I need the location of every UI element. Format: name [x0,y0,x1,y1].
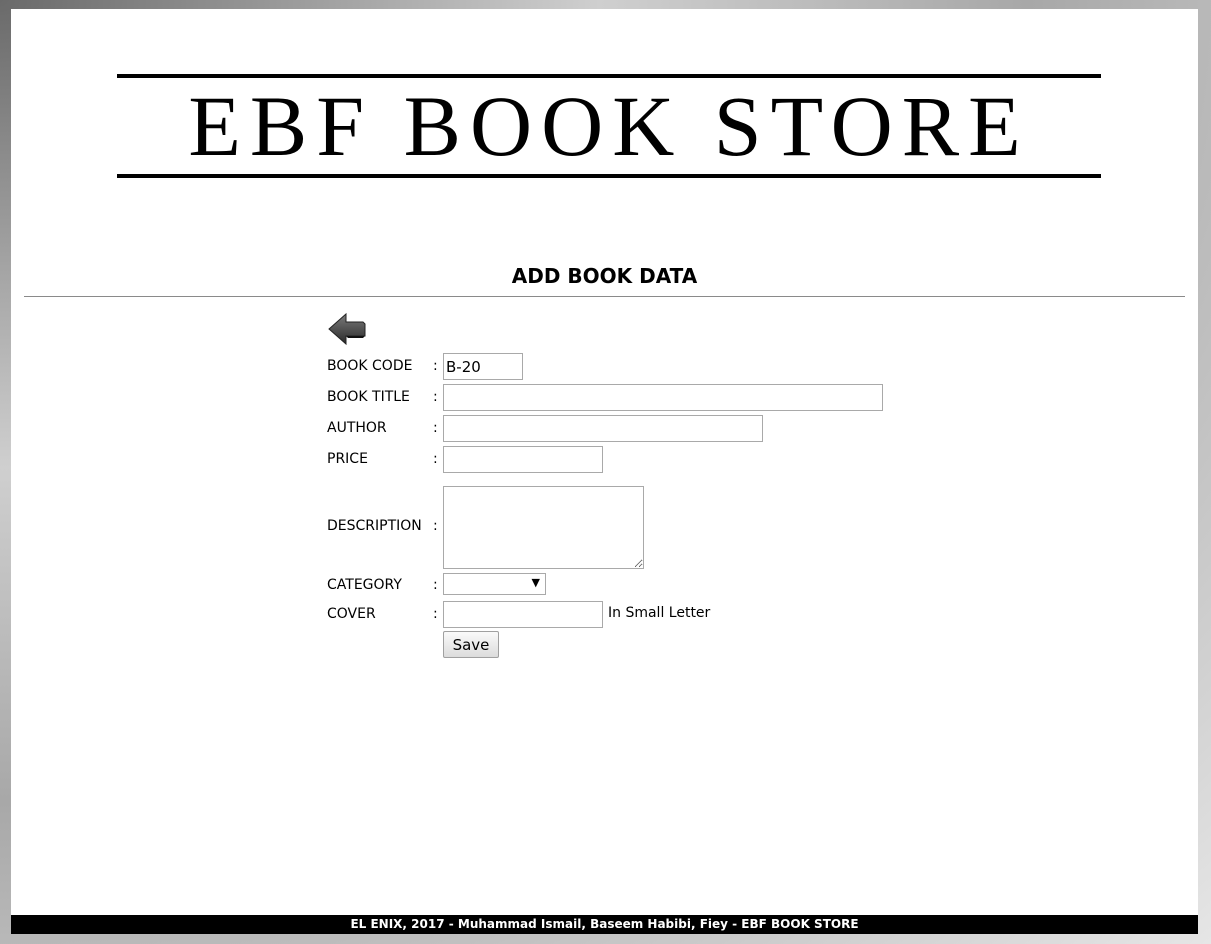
book-code-label: BOOK CODE [327,358,413,374]
book-title-colon: : [433,389,438,405]
book-code-input[interactable] [443,353,523,380]
cover-hint: In Small Letter [608,605,711,621]
category-label: CATEGORY [327,577,402,593]
store-logo: EBF BOOK STORE [117,74,1101,178]
author-colon: : [433,420,438,436]
description-textarea[interactable] [443,486,644,569]
cover-label: COVER [327,606,376,622]
dropdown-arrow-icon: ▼ [531,576,540,589]
description-label: DESCRIPTION [327,518,422,534]
author-label: AUTHOR [327,420,387,436]
price-colon: : [433,451,438,467]
logo-text: EBF BOOK STORE [188,78,1030,174]
cover-input[interactable] [443,601,603,628]
book-title-input[interactable] [443,384,883,411]
book-title-label: BOOK TITLE [327,389,410,405]
book-code-colon: : [433,358,438,374]
price-input[interactable] [443,446,603,473]
category-select[interactable]: ▼ [443,573,546,595]
price-label: PRICE [327,451,368,467]
title-divider [24,296,1185,297]
footer: EL ENIX, 2017 - Muhammad Ismail, Baseem … [11,915,1198,934]
page-title: ADD BOOK DATA [511,264,698,288]
description-colon: : [433,518,438,534]
cover-colon: : [433,606,438,622]
logo-bottom-rule [117,174,1101,178]
save-button[interactable]: Save [443,631,499,658]
category-colon: : [433,577,438,593]
back-arrow-icon[interactable] [327,311,367,347]
author-input[interactable] [443,415,763,442]
page-container: EBF BOOK STORE ADD BOOK DATA BOOK CODE :… [11,9,1198,915]
